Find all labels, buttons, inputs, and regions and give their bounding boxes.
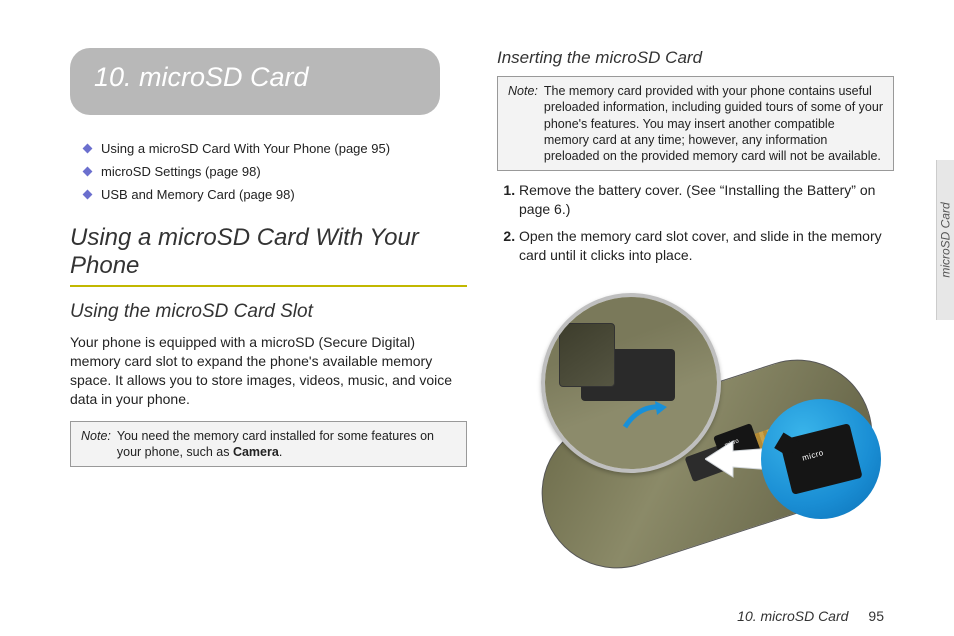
- section-underline: [70, 285, 467, 287]
- toc-item[interactable]: Using a microSD Card With Your Phone (pa…: [84, 141, 467, 156]
- toc-label: microSD Settings (page 98): [101, 164, 261, 179]
- diamond-bullet-icon: [83, 167, 93, 177]
- note-box-camera: Note: You need the memory card installed…: [70, 421, 467, 468]
- note-label: Note:: [508, 83, 538, 164]
- toc-item[interactable]: microSD Settings (page 98): [84, 164, 467, 179]
- zoom-slot-cover: [559, 323, 615, 387]
- toc-list: Using a microSD Card With Your Phone (pa…: [84, 141, 467, 202]
- toc-label: Using a microSD Card With Your Phone (pa…: [101, 141, 390, 156]
- note-box-preloaded: Note: The memory card provided with your…: [497, 76, 894, 171]
- open-cover-arrow-icon: [621, 401, 667, 431]
- diamond-bullet-icon: [83, 144, 93, 154]
- subsection-heading-inserting: Inserting the microSD Card: [497, 48, 894, 68]
- note-body: The memory card provided with your phone…: [544, 83, 883, 164]
- note-label: Note:: [81, 428, 111, 461]
- note-body: You need the memory card installed for s…: [117, 428, 456, 461]
- sd-card-illustration: micro: [779, 423, 862, 495]
- insert-sd-diagram: micro micro: [497, 279, 877, 539]
- footer-chapter: 10. microSD Card: [737, 608, 848, 624]
- page-footer: 10. microSD Card 95: [737, 608, 884, 624]
- sd-card-badge: micro: [761, 399, 881, 519]
- toc-item[interactable]: USB and Memory Card (page 98): [84, 187, 467, 202]
- footer-page-number: 95: [868, 608, 884, 624]
- chapter-heading-pill: 10. microSD Card: [70, 48, 440, 115]
- body-paragraph: Your phone is equipped with a microSD (S…: [70, 333, 467, 409]
- step-item: Remove the battery cover. (See “Installi…: [519, 181, 894, 219]
- side-tab-label: microSD Card: [939, 202, 953, 277]
- zoom-circle: [541, 293, 721, 473]
- chapter-title: 10. microSD Card: [94, 62, 416, 93]
- toc-label: USB and Memory Card (page 98): [101, 187, 295, 202]
- diamond-bullet-icon: [83, 190, 93, 200]
- section-heading-using-card: Using a microSD Card With Your Phone: [70, 224, 467, 279]
- subsection-heading-slot: Using the microSD Card Slot: [70, 301, 467, 323]
- sd-card-label: micro: [801, 448, 825, 463]
- steps-list: Remove the battery cover. (See “Installi…: [519, 181, 894, 265]
- side-tab: microSD Card: [936, 160, 954, 320]
- step-item: Open the memory card slot cover, and sli…: [519, 227, 894, 265]
